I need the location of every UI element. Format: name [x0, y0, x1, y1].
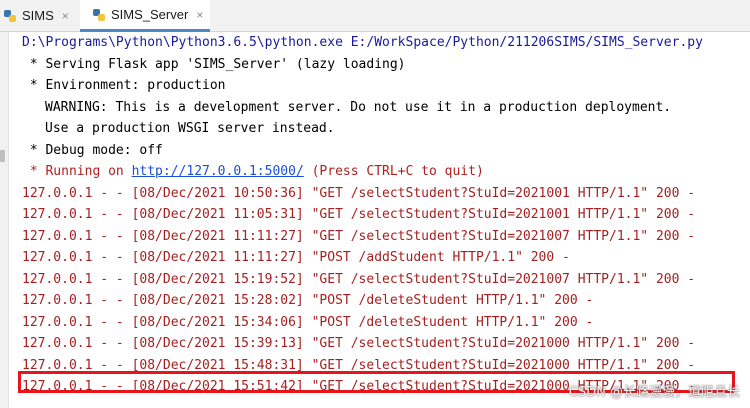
tab-sims-label: SIMS [22, 8, 54, 23]
log-line: 127.0.0.1 - - [08/Dec/2021 11:11:27] "GE… [22, 228, 696, 244]
log-line: 127.0.0.1 - - [08/Dec/2021 15:39:13] "GE… [22, 336, 696, 351]
console-gutter [0, 32, 9, 408]
command-line: D:\Programs\Python\Python3.6.5\python.ex… [22, 35, 703, 50]
close-icon[interactable]: × [62, 9, 69, 23]
server-url-link[interactable]: http://127.0.0.1:5000/ [132, 164, 304, 179]
running-suffix: (Press CTRL+C to quit) [303, 164, 484, 179]
log-line: 127.0.0.1 - - [08/Dec/2021 15:28:02] "PO… [22, 293, 594, 308]
watermark-text: CSDN @长路漫漫，道阻且长 [568, 385, 740, 400]
tab-sims-server-label: SIMS_Server [111, 7, 189, 22]
run-tab-bar: SIMS × SIMS_Server × [0, 0, 750, 32]
tab-sims-server[interactable]: SIMS_Server × [80, 0, 210, 32]
warning-line-1: WARNING: This is a development server. D… [45, 99, 672, 115]
serving-line: * Serving Flask app 'SIMS_Server' (lazy … [22, 56, 406, 72]
run-console-window: SIMS × SIMS_Server × D:\Programs\Python\… [0, 0, 750, 408]
running-prefix: * Running on [22, 164, 132, 179]
tab-sims[interactable]: SIMS × [0, 0, 80, 31]
debug-line: * Debug mode: off [22, 142, 163, 158]
log-line: 127.0.0.1 - - [08/Dec/2021 15:34:06] "PO… [22, 314, 594, 330]
running-line: * Running on http://127.0.0.1:5000/ (Pre… [22, 161, 746, 183]
log-line: 127.0.0.1 - - [08/Dec/2021 11:11:27] "PO… [22, 250, 570, 265]
log-line: 127.0.0.1 - - [08/Dec/2021 11:05:31] "GE… [22, 207, 696, 222]
close-icon[interactable]: × [196, 8, 203, 22]
log-line: 127.0.0.1 - - [08/Dec/2021 10:50:36] "GE… [22, 185, 696, 201]
console-output[interactable]: D:\Programs\Python\Python3.6.5\python.ex… [22, 32, 746, 398]
log-line: 127.0.0.1 - - [08/Dec/2021 15:19:52] "GE… [22, 271, 696, 287]
python-icon [93, 8, 105, 21]
gutter-marker [0, 150, 5, 162]
python-icon [4, 9, 16, 22]
warning-line-2: Use a production WSGI server instead. [45, 121, 335, 136]
environment-line: * Environment: production [22, 78, 226, 93]
